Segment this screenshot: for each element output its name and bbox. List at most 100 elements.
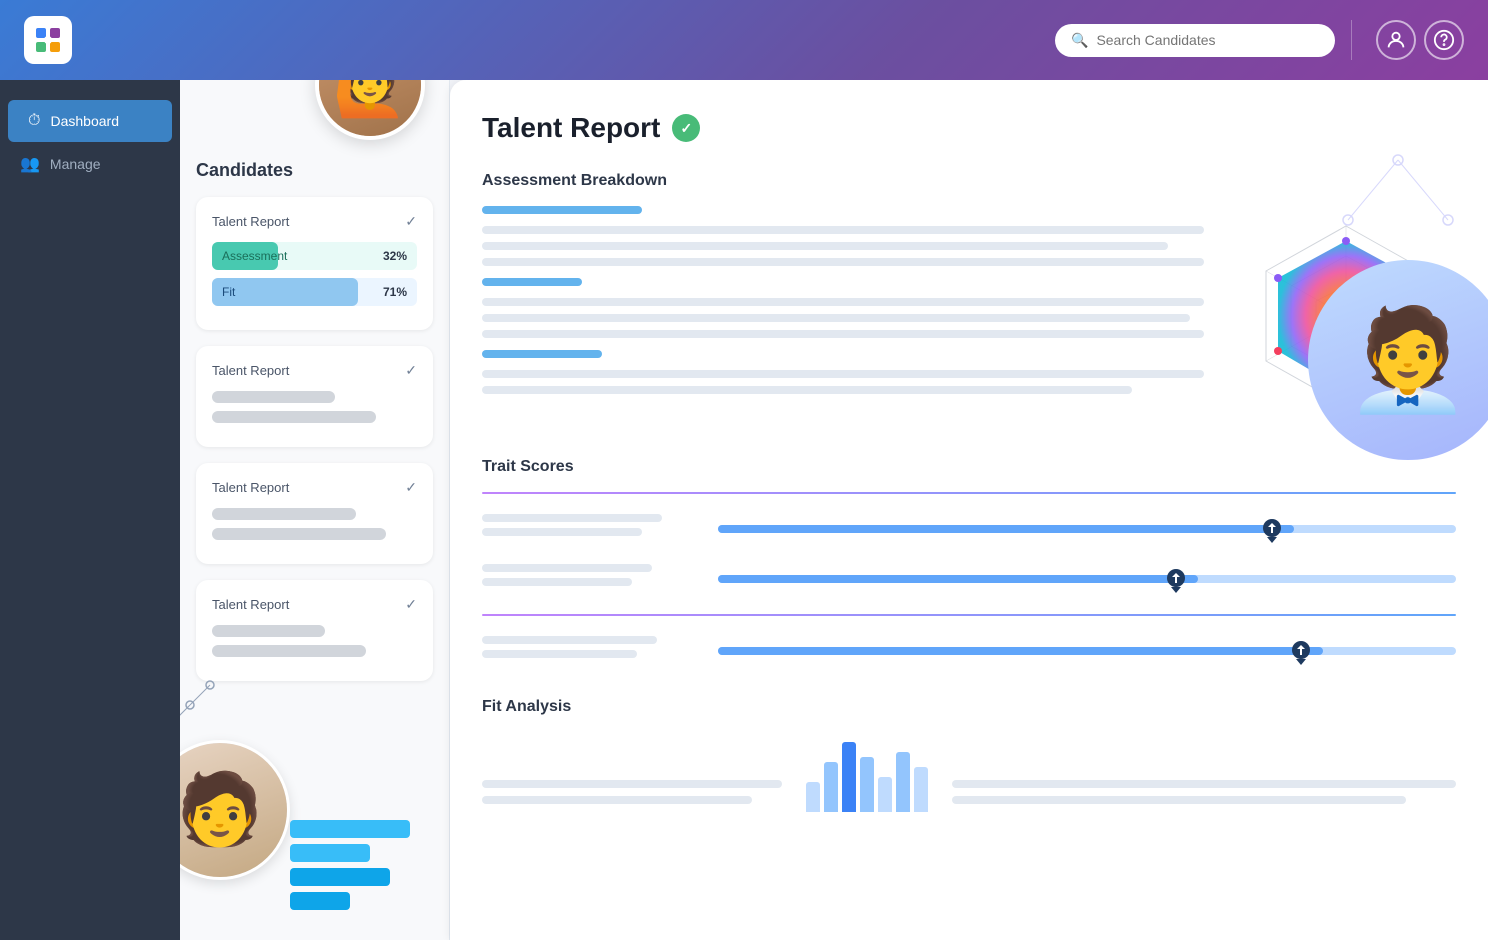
candidates-panel: Candidates Talent Report ✓ Assessment 32…: [180, 80, 450, 940]
text-line: [482, 564, 652, 572]
text-line: [482, 528, 642, 536]
header-divider: [1351, 20, 1352, 60]
candidate-card-2[interactable]: Talent Report ✓: [196, 346, 433, 447]
card-4-title: Talent Report: [212, 597, 289, 612]
candidate-card-4[interactable]: Talent Report ✓: [196, 580, 433, 681]
assessment-text-content: [482, 206, 1204, 426]
trait-scores-title: Trait Scores: [482, 458, 1456, 476]
report-panel: 🧑‍💼 Talent Report ✓ Assessment Breakdown: [450, 80, 1488, 940]
deco-bar-4: [290, 892, 350, 910]
text-line: [482, 226, 1204, 234]
text-line: [482, 636, 657, 644]
deco-bar-3: [290, 868, 390, 886]
sidebar: ⏱ Dashboard 👥 Manage: [0, 80, 180, 940]
trait-bar-bg: [718, 575, 1456, 583]
text-line: [952, 796, 1406, 804]
trait-label-1: [482, 514, 702, 544]
fit-text-area: [952, 780, 1456, 812]
trait-label-3: [482, 636, 702, 666]
section-divider: [482, 614, 1456, 616]
trait-bar-bg: [718, 525, 1456, 533]
text-line-heading: [482, 206, 642, 214]
candidate-card-3[interactable]: Talent Report ✓: [196, 463, 433, 564]
deco-bar-1: [290, 820, 410, 838]
placeholder-bar: [212, 645, 366, 657]
report-title-area: Talent Report ✓: [482, 112, 1456, 144]
search-bar[interactable]: 🔍: [1055, 24, 1335, 57]
user-account-icon[interactable]: [1376, 20, 1416, 60]
card-2-check-icon: ✓: [405, 362, 417, 379]
assessment-label: Assessment: [222, 249, 287, 263]
search-icon: 🔍: [1071, 32, 1088, 49]
placeholder-bar: [212, 411, 376, 423]
sidebar-item-manage[interactable]: 👥 Manage: [0, 142, 180, 186]
assessment-breakdown-section: Assessment Breakdown: [482, 172, 1456, 426]
app-logo: [24, 16, 72, 64]
placeholder-bar: [212, 508, 356, 520]
trait-bar-fill: [718, 575, 1198, 583]
fit-content: [482, 732, 1456, 812]
help-icon[interactable]: [1424, 20, 1464, 60]
text-line: [482, 650, 637, 658]
deco-bars: [290, 820, 410, 910]
card-1-check-icon: ✓: [405, 213, 417, 230]
main-content: 🙋 Candidates Talent Report ✓ Assessment …: [180, 80, 1488, 940]
assessment-content: [482, 206, 1456, 426]
deco-graph-right: [1328, 140, 1468, 265]
fit-progress: Fit 71%: [212, 278, 417, 306]
fit-bar: [896, 752, 910, 812]
trait-divider: [482, 492, 1456, 494]
dashboard-icon: ⏱: [28, 112, 40, 130]
text-line: [482, 514, 662, 522]
card-1-title: Talent Report: [212, 214, 289, 229]
fit-text: [482, 780, 782, 812]
sidebar-label-dashboard: Dashboard: [50, 113, 119, 129]
deco-avatar-left: 🧑: [180, 740, 290, 880]
fit-value: 71%: [383, 285, 407, 299]
candidate-card-1[interactable]: Talent Report ✓ Assessment 32% Fit 71%: [196, 197, 433, 330]
fit-bar-chart: [806, 732, 928, 812]
trait-row-2: [482, 564, 1456, 594]
trait-bar-fill: [718, 647, 1323, 655]
fit-bar: [806, 782, 820, 812]
trait-marker: [1263, 519, 1281, 537]
text-line: [482, 242, 1168, 250]
text-line: [482, 370, 1204, 378]
text-line: [482, 578, 632, 586]
trait-row-3: [482, 636, 1456, 666]
verified-icon: ✓: [672, 114, 700, 142]
text-line: [482, 780, 782, 788]
text-line: [482, 298, 1204, 306]
report-title-text: Talent Report: [482, 112, 660, 144]
trait-bar-2: [718, 575, 1456, 583]
trait-marker: [1167, 569, 1185, 587]
card-3-title: Talent Report: [212, 480, 289, 495]
placeholder-bar: [212, 528, 386, 540]
card-4-check-icon: ✓: [405, 596, 417, 613]
card-3-check-icon: ✓: [405, 479, 417, 496]
trait-row-1: [482, 514, 1456, 544]
search-input[interactable]: [1096, 32, 1319, 48]
fit-bar: [860, 757, 874, 812]
app-header: 🔍: [0, 0, 1488, 80]
fit-bar: [914, 767, 928, 812]
card-2-title: Talent Report: [212, 363, 289, 378]
trait-bar-3: [718, 647, 1456, 655]
trait-bar-fill: [718, 525, 1294, 533]
fit-bar: [878, 777, 892, 812]
placeholder-bar: [212, 391, 335, 403]
sidebar-item-dashboard[interactable]: ⏱ Dashboard: [8, 100, 172, 142]
text-line: [482, 314, 1190, 322]
text-line: [482, 330, 1204, 338]
manage-icon: 👥: [20, 154, 40, 174]
fit-analysis-title: Fit Analysis: [482, 698, 1456, 716]
assessment-progress: Assessment 32%: [212, 242, 417, 270]
deco-avatar-right: 🧑‍💼: [1308, 260, 1488, 460]
fit-analysis-section: Fit Analysis: [482, 698, 1456, 812]
text-line: [482, 386, 1132, 394]
trait-scores-section: Trait Scores: [482, 458, 1456, 666]
text-line-heading: [482, 350, 602, 358]
trait-bar-bg: [718, 647, 1456, 655]
placeholder-bar: [212, 625, 325, 637]
text-line: [952, 780, 1456, 788]
